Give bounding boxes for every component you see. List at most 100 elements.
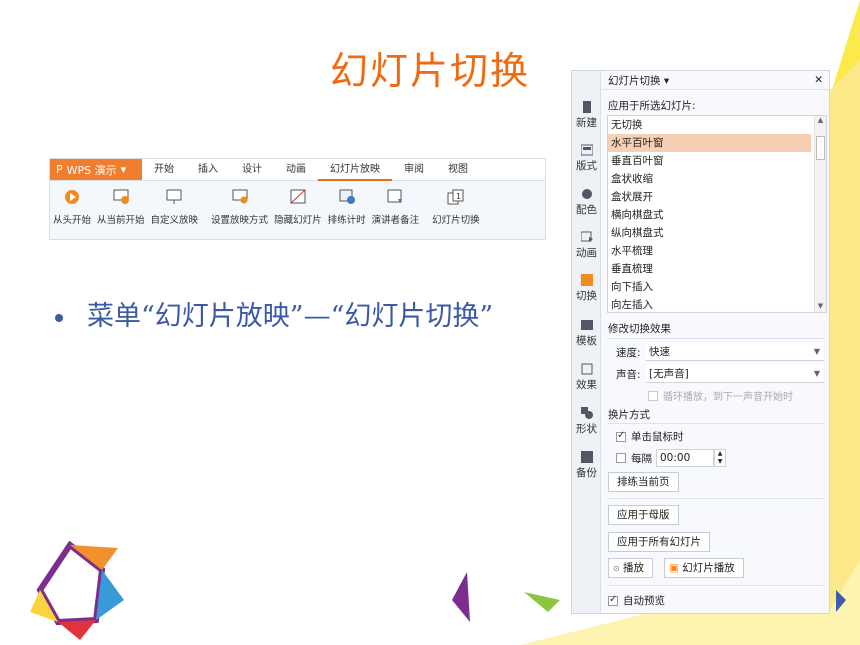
advance-label: 换片方式	[608, 409, 650, 421]
wps-logo-icon: P	[56, 163, 63, 176]
setup-show-button[interactable]: 设置放映方式	[211, 187, 268, 226]
from-start-button[interactable]: 从头开始	[53, 187, 91, 226]
screen-icon	[164, 187, 184, 207]
list-item[interactable]: 无切换	[608, 116, 811, 134]
from-current-button[interactable]: 从当前开始	[97, 187, 145, 226]
layout-icon	[580, 144, 593, 156]
tab-animation[interactable]: 动画	[274, 159, 318, 181]
wps-app-button[interactable]: P WPS 演示 ▾	[50, 159, 142, 180]
template-icon	[580, 320, 593, 330]
speed-select[interactable]: 快速 ▼	[646, 343, 824, 361]
sidebar-item-effects[interactable]: 效果	[572, 363, 601, 392]
on-click-label: 单击鼠标时	[631, 431, 684, 443]
pane-title-dropdown[interactable]: 幻灯片切换 ▾	[608, 73, 669, 88]
apply-master-button[interactable]: 应用于母版	[608, 505, 679, 525]
screen-gear-icon	[230, 187, 250, 207]
sidebar-item-colors[interactable]: 配色	[572, 188, 601, 217]
notes-icon	[385, 187, 405, 207]
loop-label: 循环播放，到下一声音开始时	[663, 392, 793, 403]
yellow-band-right	[830, 60, 860, 610]
modify-label: 修改切换效果	[608, 323, 671, 335]
list-item[interactable]: 纵向棋盘式	[608, 224, 811, 242]
speaker-notes-button[interactable]: 演讲者备注	[372, 187, 419, 226]
bullet-text: 菜单“幻灯片放映”—“幻灯片切换”	[87, 301, 494, 332]
screen-play-icon	[111, 187, 131, 207]
transition-list: 无切换 水平百叶窗 垂直百叶窗 盒状收缩 盒状展开 横向棋盘式 纵向棋盘式 水平…	[607, 115, 827, 313]
effects-icon	[581, 363, 592, 375]
tab-slideshow[interactable]: 幻灯片放映	[318, 159, 392, 181]
apply-label: 应用于所选幻灯片:	[608, 100, 696, 112]
every-checkbox[interactable]	[616, 453, 626, 463]
speed-label: 速度:	[616, 346, 641, 359]
slide-transition-button[interactable]: 1 幻灯片切换	[432, 187, 480, 226]
close-icon[interactable]: ✕	[814, 74, 823, 86]
scroll-thumb[interactable]	[816, 136, 825, 160]
list-item[interactable]: 向下插入	[608, 278, 811, 296]
transition-icon	[580, 274, 593, 286]
list-item[interactable]: 垂直梳理	[608, 260, 811, 278]
on-click-checkbox[interactable]	[616, 430, 626, 442]
pane-sidebar: 新建 版式 配色 动画 切换 模板 效果 形状 备份	[572, 71, 601, 613]
custom-show-button[interactable]: 自定义放映	[151, 187, 198, 226]
pane-content: 幻灯片切换 ▾ ✕ 应用于所选幻灯片: 无切换 水平百叶窗 垂直百叶窗 盒状收缩…	[602, 71, 829, 613]
list-item[interactable]: 盒状收缩	[608, 170, 811, 188]
ribbon-tab-bar: P WPS 演示 ▾ 开始 插入 设计 动画 幻灯片放映 审阅 视图	[50, 159, 545, 181]
slideshow-button[interactable]: ▣ 幻灯片播放	[664, 558, 744, 578]
loop-checkbox[interactable]	[648, 390, 658, 401]
list-item[interactable]: 水平梳理	[608, 242, 811, 260]
backup-icon	[580, 451, 593, 463]
list-item[interactable]: 向左插入	[608, 296, 811, 314]
purple-arrow	[452, 572, 470, 622]
play-icon: ⊙	[613, 564, 620, 573]
sidebar-item-shapes[interactable]: 形状	[572, 407, 601, 436]
apply-all-button[interactable]: 应用于所有幻灯片	[608, 532, 710, 552]
sound-label: 声音:	[616, 368, 641, 381]
animation-icon	[580, 231, 593, 242]
logo-shape	[30, 540, 124, 640]
wps-app-label: WPS 演示	[66, 163, 117, 177]
every-label: 每隔	[631, 452, 652, 465]
sidebar-item-new[interactable]: 新建	[572, 101, 601, 130]
sidebar-item-backup[interactable]: 备份	[572, 451, 601, 480]
tab-review[interactable]: 审阅	[392, 159, 436, 181]
pane-header: 幻灯片切换 ▾ ✕	[602, 71, 829, 90]
new-icon	[582, 101, 591, 113]
every-time-input[interactable]: 00:00	[656, 449, 714, 467]
wps-ribbon: P WPS 演示 ▾ 开始 插入 设计 动画 幻灯片放映 审阅 视图 从头开始 …	[49, 158, 546, 240]
play-circle-icon	[62, 187, 82, 207]
tab-design[interactable]: 设计	[230, 159, 274, 181]
hide-slide-button[interactable]: 隐藏幻灯片	[274, 187, 322, 226]
timer-icon	[337, 187, 357, 207]
list-item[interactable]: 垂直百叶窗	[608, 152, 811, 170]
rehearse-current-button[interactable]: 排练当前页	[608, 472, 679, 492]
tab-home[interactable]: 开始	[142, 159, 186, 181]
sidebar-item-transition[interactable]: 切换	[572, 274, 601, 303]
time-stepper[interactable]: ▲ ▼	[714, 449, 726, 467]
slide-transition-pane: 新建 版式 配色 动画 切换 模板 效果 形状 备份 幻灯片切换 ▾ ✕ 应用于…	[571, 70, 830, 614]
sidebar-item-animation[interactable]: 动画	[572, 231, 601, 260]
tab-insert[interactable]: 插入	[186, 159, 230, 181]
play-button[interactable]: ⊙ 播放	[608, 558, 654, 578]
chevron-down-icon: ▾	[120, 163, 127, 176]
sidebar-item-template[interactable]: 模板	[572, 319, 601, 348]
bullet-item: 菜单“幻灯片放映”—“幻灯片切换”	[55, 298, 555, 336]
chevron-down-icon: ▼	[813, 347, 820, 356]
sound-select[interactable]: [无声音] ▼	[646, 365, 824, 383]
hide-slide-icon	[288, 187, 308, 207]
palette-icon	[581, 189, 592, 199]
green-arrow	[524, 592, 560, 612]
chevron-down-icon: ▼	[813, 369, 820, 378]
sidebar-item-layout[interactable]: 版式	[572, 144, 601, 173]
svg-text:1: 1	[456, 192, 461, 201]
transition-icon: 1	[446, 187, 466, 207]
list-item-selected[interactable]: 水平百叶窗	[608, 134, 811, 152]
list-item[interactable]: 横向棋盘式	[608, 206, 811, 224]
bullet-dot	[55, 314, 63, 322]
list-item[interactable]: 盒状展开	[608, 188, 811, 206]
list-scrollbar[interactable]: ▲ ▼	[814, 116, 826, 312]
rehearse-timing-button[interactable]: 排练计时	[328, 187, 366, 226]
shapes-icon	[580, 407, 593, 419]
autopreview-checkbox[interactable]	[608, 594, 618, 606]
tab-view[interactable]: 视图	[436, 159, 480, 181]
autopreview-label: 自动预览	[623, 595, 665, 607]
